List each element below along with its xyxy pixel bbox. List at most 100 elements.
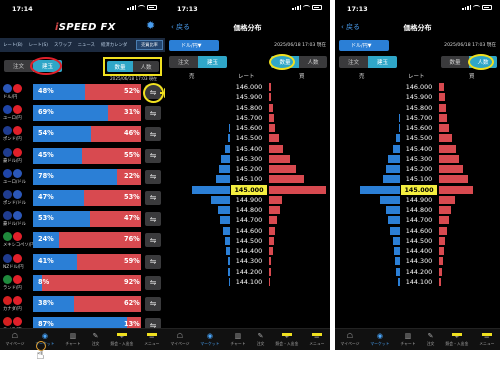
subnav-news[interactable]: ニュース	[75, 42, 98, 48]
tab-mypage[interactable]: ☖ マイページ	[170, 332, 189, 347]
ratio-row[interactable]: ユーロ/円 69% 31% ⇋	[0, 103, 165, 124]
tab-market[interactable]: ◉ マーケット	[370, 332, 389, 347]
buy-bar	[439, 185, 473, 194]
gear-icon[interactable]: ✹	[146, 20, 158, 32]
distribution-row: 144.300	[335, 256, 500, 267]
subnav-swap[interactable]: スワップ	[51, 42, 75, 48]
pair-select[interactable]: ドル/円▼	[169, 40, 219, 51]
ratio-row[interactable]: ドル/円 48% 52% ⇋	[0, 82, 165, 103]
buy-bar	[439, 216, 449, 225]
tab-chart[interactable]: ▥ チャート	[65, 332, 80, 347]
tab-order[interactable]: ✎ 注文	[427, 332, 435, 347]
rate-label: 144.700	[231, 215, 267, 226]
currency-flag-icon: ユーロ/円	[3, 105, 31, 121]
tab-order[interactable]: ✎ 注文	[92, 332, 100, 347]
right-percent: 55%	[124, 150, 140, 159]
buy-bar	[269, 124, 275, 132]
tab-mypage[interactable]: ☖ マイページ	[340, 332, 359, 347]
market-icon: ◉	[41, 332, 48, 340]
distribution-icon[interactable]: ⇋	[145, 233, 161, 248]
tab-label: 注文	[256, 341, 265, 346]
ratio-row[interactable]: ユーロ/ドル 78% 22% ⇋	[0, 167, 165, 188]
col-sell: 売	[189, 74, 195, 80]
sell-bar	[211, 195, 230, 204]
back-button[interactable]: ‹ 戻る	[171, 22, 190, 32]
distribution-row: 145.000	[335, 184, 500, 195]
rate-label: 145.600	[401, 123, 437, 133]
sell-bar	[395, 257, 400, 266]
pair-name: 豪ドル/円	[3, 158, 22, 164]
rate-label: 145.500	[231, 133, 267, 144]
distribution-icon[interactable]: ⇋	[145, 275, 161, 290]
buy-bar	[269, 216, 278, 225]
tab-position[interactable]: 建玉	[368, 56, 397, 68]
bottom-tabbar: ☖ マイページ ◉ マーケット ▥ チャート ✎ 注文 ¥ 照会・入出金 ≡ メニュー	[335, 328, 500, 350]
tab-account[interactable]: ¥ 照会・入出金	[110, 332, 133, 347]
tab-account[interactable]: ¥ 照会・入出金	[275, 332, 298, 347]
tab-label: マーケット	[200, 341, 220, 346]
back-button[interactable]: ‹ 戻る	[341, 22, 360, 32]
tab-label: マイページ	[5, 341, 25, 346]
right-percent: 53%	[124, 192, 140, 201]
tab-people[interactable]: 人数	[299, 56, 327, 68]
distribution-icon[interactable]: ⇋	[145, 106, 161, 121]
distribution-icon[interactable]: ⇋	[145, 254, 161, 269]
sell-bar	[228, 267, 230, 276]
tab-order[interactable]: 注文	[339, 56, 368, 68]
rate-label: 144.800	[401, 205, 437, 215]
tab-label: メニュー	[309, 341, 325, 346]
distribution-icon[interactable]: ⇋	[145, 212, 161, 227]
tab-order[interactable]: ✎ 注文	[257, 332, 265, 347]
distribution-row: 145.500	[335, 133, 500, 144]
sell-bar	[215, 175, 230, 184]
tab-chart[interactable]: ▥ チャート	[230, 332, 245, 347]
left-percent: 87%	[38, 320, 54, 329]
tab-quantity[interactable]: 数量	[441, 56, 469, 68]
tab-position[interactable]: 建玉	[198, 56, 227, 68]
distribution-icon[interactable]: ⇋	[145, 296, 161, 311]
tab-account[interactable]: ¥ 照会・入出金	[445, 332, 468, 347]
market-icon: ◉	[376, 332, 383, 340]
new-badge	[281, 333, 292, 336]
subnav-ratio[interactable]: 売買比率	[136, 40, 163, 50]
buy-bar	[439, 277, 442, 286]
new-badge	[481, 333, 492, 336]
tab-menu[interactable]: ≡ メニュー	[479, 332, 494, 347]
ratio-row[interactable]: ランド/円 8% 92% ⇋	[0, 273, 165, 294]
ratio-row[interactable]: カナダ/円 38% 62% ⇋	[0, 294, 165, 315]
tab-menu[interactable]: ≡ メニュー	[144, 332, 159, 347]
rate-label: 144.100	[231, 276, 267, 287]
distribution-icon[interactable]: ⇋	[145, 169, 161, 184]
buy-bar	[439, 103, 447, 112]
subnav-rate-s[interactable]: レート(S)	[26, 42, 51, 48]
order-position-toggle: 注文 建玉	[169, 56, 227, 68]
tab-mypage[interactable]: ☖ マイページ	[5, 332, 24, 347]
subnav-rate-b[interactable]: レート(B)	[0, 42, 26, 48]
rate-label: 145.300	[231, 153, 267, 164]
tab-order[interactable]: 注文	[4, 60, 33, 72]
ratio-row[interactable]: 豪ドル/ドル 53% 47% ⇋	[0, 209, 165, 230]
left-percent: 53%	[38, 214, 54, 223]
distribution-row: 144.700	[165, 215, 330, 226]
ratio-row[interactable]: メキシコペソ/円 24% 76% ⇋	[0, 230, 165, 251]
ratio-row[interactable]: 豪ドル/円 45% 55% ⇋	[0, 146, 165, 167]
tab-order[interactable]: 注文	[169, 56, 198, 68]
ratio-row[interactable]: NZドル/円 41% 59% ⇋	[0, 252, 165, 273]
app-logo: iSPEED FX	[55, 22, 116, 33]
col-sell: 売	[359, 74, 365, 80]
distribution-icon[interactable]: ⇋	[145, 190, 161, 205]
subnav-calendar[interactable]: 経済カレンダ	[98, 42, 130, 48]
ratio-row[interactable]: ポンド/ドル 47% 53% ⇋	[0, 188, 165, 209]
status-bar: 17:13	[165, 0, 330, 16]
left-percent: 24%	[38, 235, 54, 244]
ratio-row[interactable]: ポンド/円 54% 46% ⇋	[0, 124, 165, 145]
tab-menu[interactable]: ≡ メニュー	[309, 332, 324, 347]
left-percent: 78%	[38, 171, 54, 180]
tab-market[interactable]: ◉ マーケット	[200, 332, 219, 347]
distribution-icon[interactable]: ⇋	[145, 127, 161, 142]
tab-chart[interactable]: ▥ チャート	[400, 332, 415, 347]
distribution-icon[interactable]: ⇋	[145, 148, 161, 163]
pair-select[interactable]: ドル/円▼	[339, 40, 389, 51]
status-bar: 17:14	[0, 0, 165, 16]
sell-bar	[219, 165, 230, 173]
